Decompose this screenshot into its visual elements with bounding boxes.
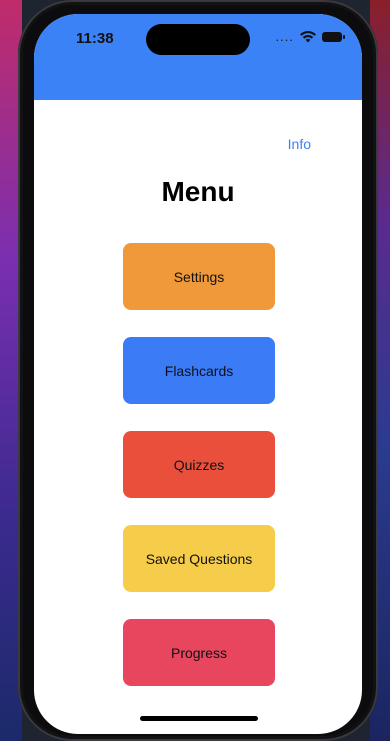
- progress-button[interactable]: Progress: [123, 619, 275, 686]
- saved-questions-button[interactable]: Saved Questions: [123, 525, 275, 592]
- status-time: 11:38: [76, 30, 114, 47]
- flashcards-button[interactable]: Flashcards: [123, 337, 275, 404]
- quizzes-button[interactable]: Quizzes: [123, 431, 275, 498]
- info-link[interactable]: Info: [288, 136, 311, 152]
- app-screen: 11:38 .... Info Menu Settings Flashcards…: [34, 14, 362, 734]
- wifi-icon: [300, 31, 316, 43]
- home-indicator: [140, 716, 258, 721]
- settings-button[interactable]: Settings: [123, 243, 275, 310]
- page-title: Menu: [161, 176, 235, 207]
- dynamic-island: [146, 24, 250, 55]
- battery-icon: [322, 32, 345, 42]
- signal-icon: ....: [275, 29, 294, 44]
- status-icons: ....: [275, 29, 345, 44]
- phone-frame: 11:38 .... Info Menu Settings Flashcards…: [18, 0, 378, 741]
